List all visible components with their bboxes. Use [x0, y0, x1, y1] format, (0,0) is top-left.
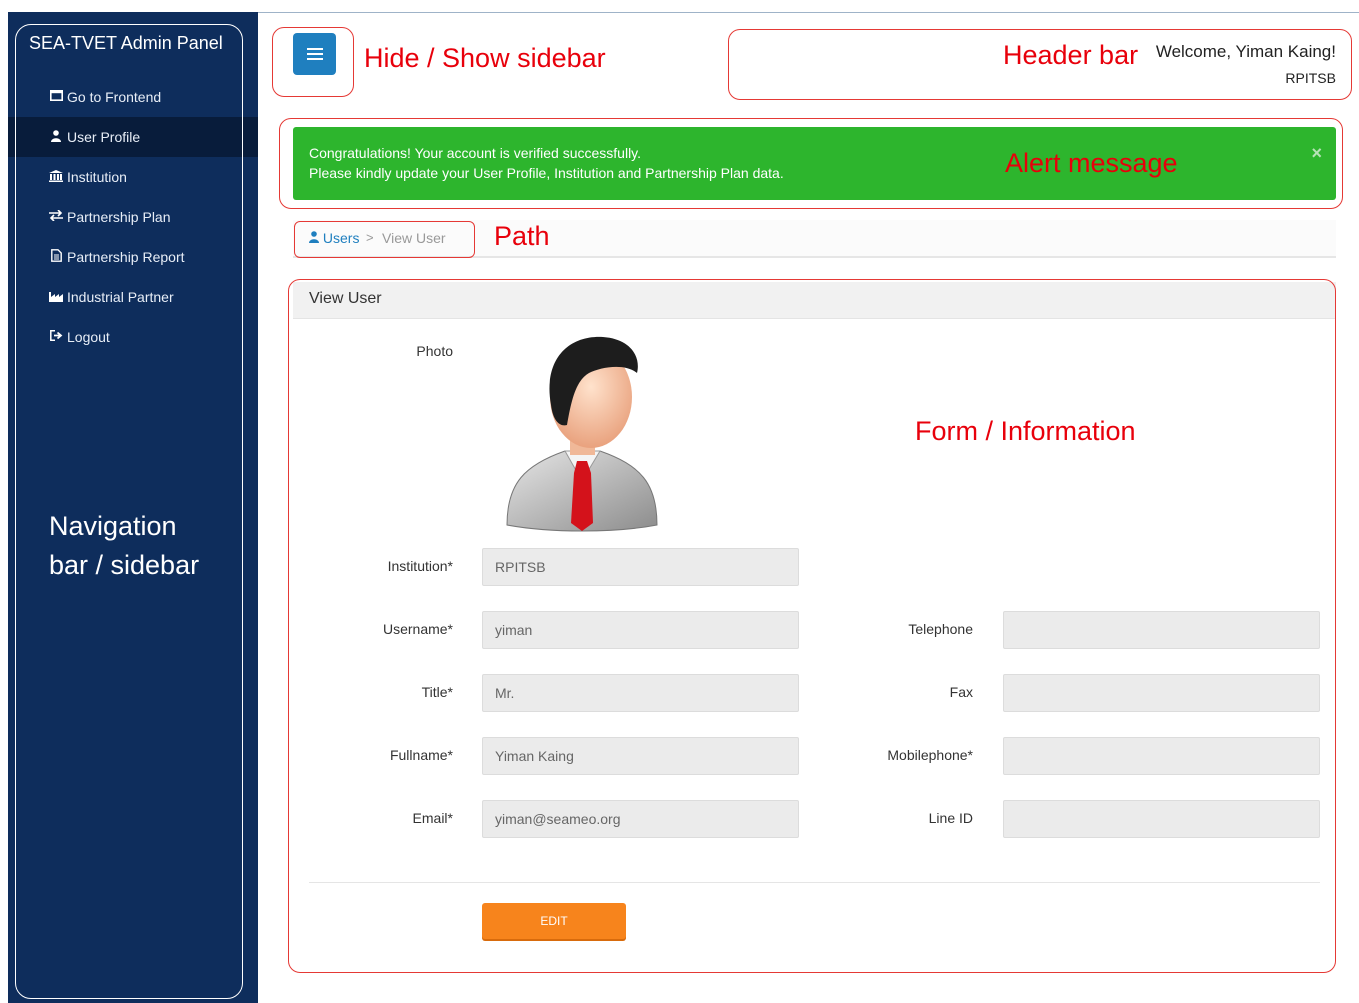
top-border-line: [258, 12, 1359, 13]
breadcrumb-current: View User: [382, 230, 446, 246]
line-id-field[interactable]: [1003, 800, 1320, 838]
user-icon: [309, 231, 319, 243]
sidebar-item-label: User Profile: [67, 129, 141, 145]
fullname-label: Fullname*: [389, 747, 453, 763]
welcome-message: Welcome, Yiman Kaing!: [1155, 42, 1336, 61]
telephone-label: Telephone: [908, 621, 973, 637]
user-icon: [49, 129, 63, 145]
annotation-navigation-sidebar: Navigation bar / sidebar: [49, 511, 200, 580]
sidebar-item-label: Institution: [67, 169, 127, 185]
email-field[interactable]: [482, 800, 799, 838]
mobilephone-field[interactable]: [1003, 737, 1320, 775]
sidebar-item-label: Partnership Plan: [67, 209, 171, 225]
form-divider: [309, 882, 1320, 883]
sidebar-item-label: Partnership Report: [67, 249, 185, 265]
username-label: Username*: [382, 621, 453, 637]
hamburger-icon: [306, 45, 323, 63]
sidebar-item-institution[interactable]: Institution: [8, 157, 258, 197]
breadcrumb-separator: >: [366, 230, 374, 245]
header-institution: RPITSB: [1285, 70, 1336, 86]
annotation-toggle-label: Hide / Show sidebar: [364, 43, 606, 73]
breadcrumb: [293, 220, 1336, 258]
panel-header: [293, 282, 1336, 319]
sidebar-item-partnership-report[interactable]: Partnership Report: [8, 237, 258, 277]
logout-icon: [49, 330, 63, 344]
mobilephone-label: Mobilephone*: [887, 747, 973, 763]
title-label: Title*: [421, 684, 453, 700]
industry-icon: [49, 290, 63, 305]
exchange-icon: [49, 209, 63, 224]
fax-field[interactable]: [1003, 674, 1320, 712]
document-icon: [49, 249, 63, 265]
sidebar-item-industrial-partner[interactable]: Industrial Partner: [8, 277, 258, 317]
telephone-field[interactable]: [1003, 611, 1320, 649]
sidebar-item-go-to-frontend[interactable]: Go to Frontend: [8, 77, 258, 117]
success-alert: Congratulations! Your account is verifie…: [293, 127, 1336, 200]
email-label: Email*: [412, 810, 453, 826]
sidebar-item-label: Industrial Partner: [67, 289, 174, 305]
annotation-alert-label: Alert message: [1005, 148, 1178, 178]
fax-label: Fax: [949, 684, 973, 700]
sidebar-item-user-profile[interactable]: User Profile: [8, 117, 258, 157]
photo-label: Photo: [416, 343, 453, 359]
sidebar-item-label: Go to Frontend: [67, 89, 162, 105]
sidebar-item-logout[interactable]: Logout: [8, 317, 258, 357]
admin-panel-brand[interactable]: SEA-TVET Admin Panel: [29, 33, 223, 54]
sidebar-toggle-button[interactable]: [293, 33, 336, 75]
bank-icon: [49, 169, 63, 185]
panel-title: View User: [309, 290, 382, 307]
sidebar-item-partnership-plan[interactable]: Partnership Plan: [8, 197, 258, 237]
close-icon[interactable]: ×: [1311, 143, 1322, 163]
user-photo-avatar: [505, 333, 660, 533]
breadcrumb-users-link[interactable]: Users: [309, 230, 359, 246]
fullname-field[interactable]: [482, 737, 799, 775]
institution-field[interactable]: [482, 548, 799, 586]
institution-label: Institution*: [387, 558, 453, 574]
username-field[interactable]: [482, 611, 799, 649]
annotation-path-label: Path: [494, 221, 550, 251]
window-icon: [49, 90, 63, 104]
line-id-label: Line ID: [928, 810, 973, 826]
annotation-form-label: Form / Information: [915, 416, 1136, 446]
annotation-header-label: Header bar: [1003, 40, 1139, 70]
title-field[interactable]: [482, 674, 799, 712]
edit-button[interactable]: EDIT: [482, 903, 626, 939]
sidebar-item-label: Logout: [67, 329, 110, 345]
